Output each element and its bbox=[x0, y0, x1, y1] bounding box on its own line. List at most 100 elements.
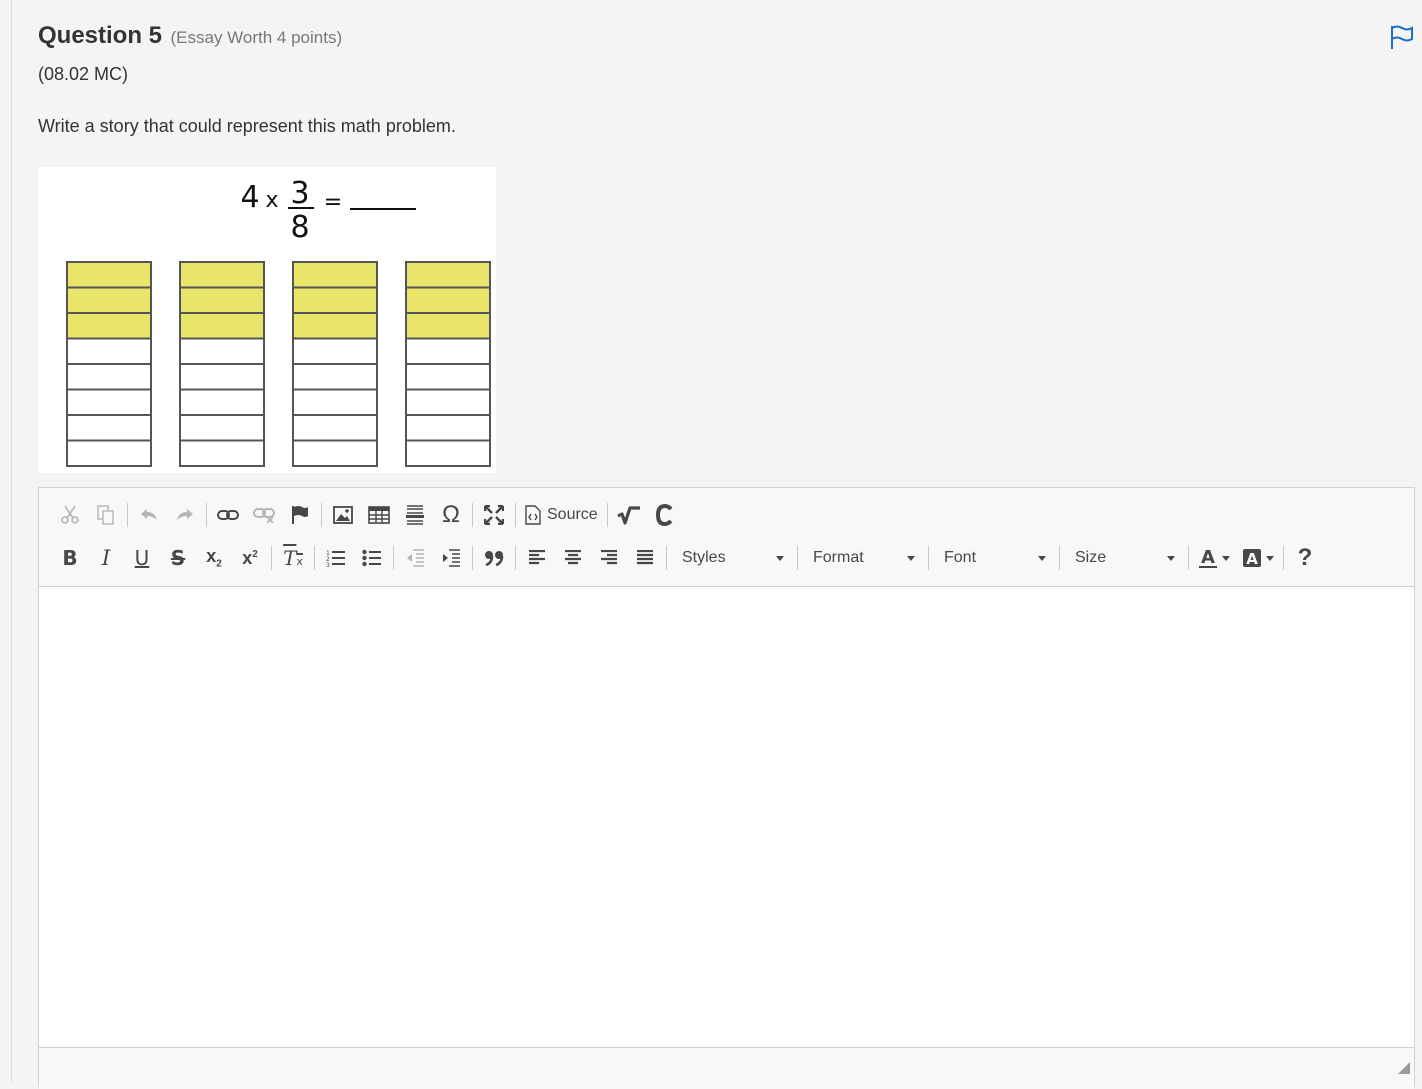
format-dropdown[interactable]: Format bbox=[801, 542, 925, 574]
blockquote-button[interactable] bbox=[476, 542, 512, 574]
undo-button[interactable] bbox=[131, 499, 167, 531]
unshaded-part bbox=[179, 388, 265, 416]
maximize-button[interactable] bbox=[476, 499, 512, 531]
unshaded-part bbox=[292, 414, 378, 442]
question-header: Question 5 (Essay Worth 4 points) bbox=[38, 22, 342, 50]
horizontal-line-icon bbox=[406, 505, 424, 525]
fraction-bar-3 bbox=[292, 261, 378, 467]
toolbar-separator bbox=[1283, 546, 1284, 570]
bold-button[interactable]: B bbox=[52, 542, 88, 574]
strikethrough-button[interactable]: S bbox=[160, 542, 196, 574]
unshaded-part bbox=[405, 363, 491, 391]
subscript-button[interactable]: x2 bbox=[196, 542, 232, 574]
essay-answer-area[interactable] bbox=[39, 587, 1414, 1047]
unshaded-part bbox=[292, 363, 378, 391]
chevron-down-icon bbox=[1222, 555, 1230, 561]
increase-indent-button[interactable] bbox=[433, 542, 469, 574]
toolbar-separator bbox=[206, 503, 207, 527]
decrease-indent-button[interactable] bbox=[397, 542, 433, 574]
source-button[interactable]: Source bbox=[519, 499, 604, 531]
justify-button[interactable] bbox=[627, 542, 663, 574]
font-dropdown[interactable]: Font bbox=[932, 542, 1056, 574]
chevron-down-icon bbox=[776, 555, 784, 561]
link-button[interactable] bbox=[210, 499, 246, 531]
image-button[interactable] bbox=[325, 499, 361, 531]
question-points: (Essay Worth 4 points) bbox=[170, 28, 343, 47]
source-icon bbox=[525, 505, 541, 525]
cut-button[interactable] bbox=[52, 499, 88, 531]
shaded-part bbox=[405, 286, 491, 314]
shaded-part bbox=[292, 286, 378, 314]
horizontal-line-button[interactable] bbox=[397, 499, 433, 531]
shaded-part bbox=[292, 261, 378, 289]
quote-icon bbox=[485, 551, 504, 566]
rich-text-editor: Ω Source B I U S x2 x2 Tx 1 2 3 Styles F… bbox=[38, 487, 1415, 1089]
fraction-bar-2 bbox=[179, 261, 265, 467]
link-icon bbox=[217, 510, 239, 520]
unshaded-part bbox=[179, 337, 265, 365]
chevron-down-icon bbox=[1266, 555, 1274, 561]
underline-button[interactable]: U bbox=[124, 542, 160, 574]
shaded-part bbox=[179, 261, 265, 289]
size-dropdown[interactable]: Size bbox=[1063, 542, 1185, 574]
redo-button[interactable] bbox=[167, 499, 203, 531]
toolbar-separator bbox=[1059, 546, 1060, 570]
help-button[interactable]: ? bbox=[1287, 542, 1323, 574]
special-char-button[interactable]: Ω bbox=[433, 499, 469, 531]
remove-format-icon: Tx bbox=[283, 546, 303, 570]
background-color-icon: A bbox=[1243, 549, 1261, 568]
toolbar-separator bbox=[314, 546, 315, 570]
numbered-list-button[interactable]: 123 bbox=[318, 542, 354, 574]
chevron-down-icon bbox=[1038, 555, 1046, 561]
operator-text: x bbox=[265, 188, 278, 213]
shaded-part bbox=[66, 261, 152, 289]
table-button[interactable] bbox=[361, 499, 397, 531]
remove-format-button[interactable]: Tx bbox=[275, 542, 311, 574]
unshaded-part bbox=[179, 439, 265, 467]
align-center-icon bbox=[565, 550, 581, 565]
chem-editor-button[interactable] bbox=[647, 499, 683, 531]
unlink-button[interactable] bbox=[246, 499, 282, 531]
align-right-icon bbox=[601, 550, 617, 565]
shaded-part bbox=[292, 312, 378, 340]
background-color-button[interactable]: A bbox=[1236, 542, 1280, 574]
styles-dropdown[interactable]: Styles bbox=[670, 542, 794, 574]
italic-button[interactable]: I bbox=[88, 542, 124, 574]
whole-number-text: 4 bbox=[240, 180, 259, 215]
math-editor-button[interactable] bbox=[611, 499, 647, 531]
unshaded-part bbox=[66, 414, 152, 442]
anchor-flag-icon bbox=[292, 506, 308, 524]
align-left-button[interactable] bbox=[519, 542, 555, 574]
text-color-button[interactable]: A bbox=[1192, 542, 1236, 574]
unshaded-part bbox=[66, 363, 152, 391]
subscript-icon: x2 bbox=[206, 546, 222, 570]
unshaded-part bbox=[179, 363, 265, 391]
toolbar-separator bbox=[606, 503, 608, 527]
special-char-icon: Ω bbox=[442, 501, 460, 528]
format-label: Format bbox=[813, 549, 864, 566]
svg-text:A: A bbox=[1201, 547, 1215, 568]
copy-icon bbox=[97, 505, 114, 525]
bold-icon: B bbox=[62, 546, 78, 570]
bulleted-list-button[interactable] bbox=[354, 542, 390, 574]
align-left-icon bbox=[529, 550, 545, 565]
toolbar-separator bbox=[515, 546, 516, 570]
copy-button[interactable] bbox=[88, 499, 124, 531]
unshaded-part bbox=[292, 439, 378, 467]
fraction-bar-4 bbox=[405, 261, 491, 467]
toolbar-separator bbox=[666, 546, 667, 570]
math-problem-figure: 4 x 3 8 = bbox=[38, 167, 496, 473]
toolbar-separator bbox=[321, 503, 322, 527]
anchor-button[interactable] bbox=[282, 499, 318, 531]
unshaded-part bbox=[66, 439, 152, 467]
align-center-button[interactable] bbox=[555, 542, 591, 574]
shaded-part bbox=[405, 261, 491, 289]
superscript-button[interactable]: x2 bbox=[232, 542, 268, 574]
resize-handle-icon[interactable] bbox=[1398, 1062, 1410, 1074]
fraction-bar-1 bbox=[66, 261, 152, 467]
align-right-button[interactable] bbox=[591, 542, 627, 574]
editor-toolbar: Ω Source B I U S x2 x2 Tx 1 2 3 Styles F… bbox=[39, 488, 1414, 587]
equals-text: = bbox=[324, 190, 342, 215]
svg-text:3: 3 bbox=[326, 562, 330, 567]
flag-question-icon[interactable] bbox=[1389, 24, 1415, 50]
